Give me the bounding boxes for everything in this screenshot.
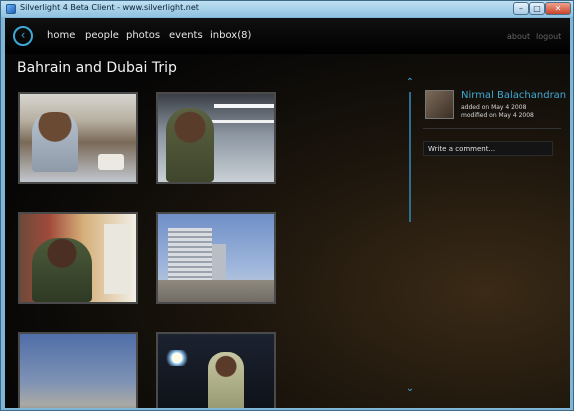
vertical-scrollbar[interactable]: ⌃ ⌄ bbox=[405, 78, 415, 396]
comment-input[interactable]: Write a comment... bbox=[423, 141, 553, 156]
title-bar[interactable]: Silverlight 4 Beta Client - www.silverli… bbox=[1, 1, 573, 17]
nav-home[interactable]: home bbox=[47, 30, 75, 41]
photo-man-night-lights[interactable] bbox=[156, 332, 276, 408]
nav-people[interactable]: people bbox=[85, 30, 119, 41]
app-content: ‹ home people photos events inbox(8) abo… bbox=[5, 18, 570, 408]
app-window: Silverlight 4 Beta Client - www.silverli… bbox=[0, 0, 574, 411]
photo-man-bookstore[interactable] bbox=[18, 212, 138, 304]
nav-about[interactable]: about bbox=[507, 32, 530, 41]
close-button[interactable]: ✕ bbox=[545, 2, 571, 15]
window-title: Silverlight 4 Beta Client - www.silverli… bbox=[20, 3, 199, 12]
album-title: Bahrain and Dubai Trip bbox=[17, 60, 177, 76]
back-arrow-icon[interactable]: ‹ bbox=[13, 26, 33, 46]
nav-logout[interactable]: logout bbox=[536, 32, 561, 41]
photo-man-restaurant[interactable] bbox=[18, 92, 138, 184]
top-navigation: ‹ home people photos events inbox(8) abo… bbox=[5, 18, 570, 54]
added-date: added on May 4 2008 bbox=[461, 104, 527, 111]
maximize-button[interactable]: □ bbox=[529, 2, 545, 15]
owner-name-link[interactable]: Nirmal Balachandran bbox=[461, 90, 566, 101]
nav-photos[interactable]: photos bbox=[126, 30, 160, 41]
owner-avatar[interactable] bbox=[425, 90, 454, 119]
nav-inbox[interactable]: inbox(8) bbox=[210, 30, 251, 41]
photo-man-airport[interactable] bbox=[156, 92, 276, 184]
nav-events[interactable]: events bbox=[169, 30, 203, 41]
photo-hotel-tower[interactable] bbox=[156, 212, 276, 304]
panel-divider bbox=[423, 128, 561, 129]
scroll-down-icon[interactable]: ⌄ bbox=[405, 384, 415, 394]
modified-date: modified on May 4 2008 bbox=[461, 112, 534, 119]
silverlight-app-icon bbox=[6, 4, 16, 14]
minimize-button[interactable]: – bbox=[513, 2, 529, 15]
scroll-up-icon[interactable]: ⌃ bbox=[405, 78, 415, 88]
photo-dusk-horizon[interactable] bbox=[18, 332, 138, 408]
scroll-thumb[interactable] bbox=[409, 92, 411, 222]
